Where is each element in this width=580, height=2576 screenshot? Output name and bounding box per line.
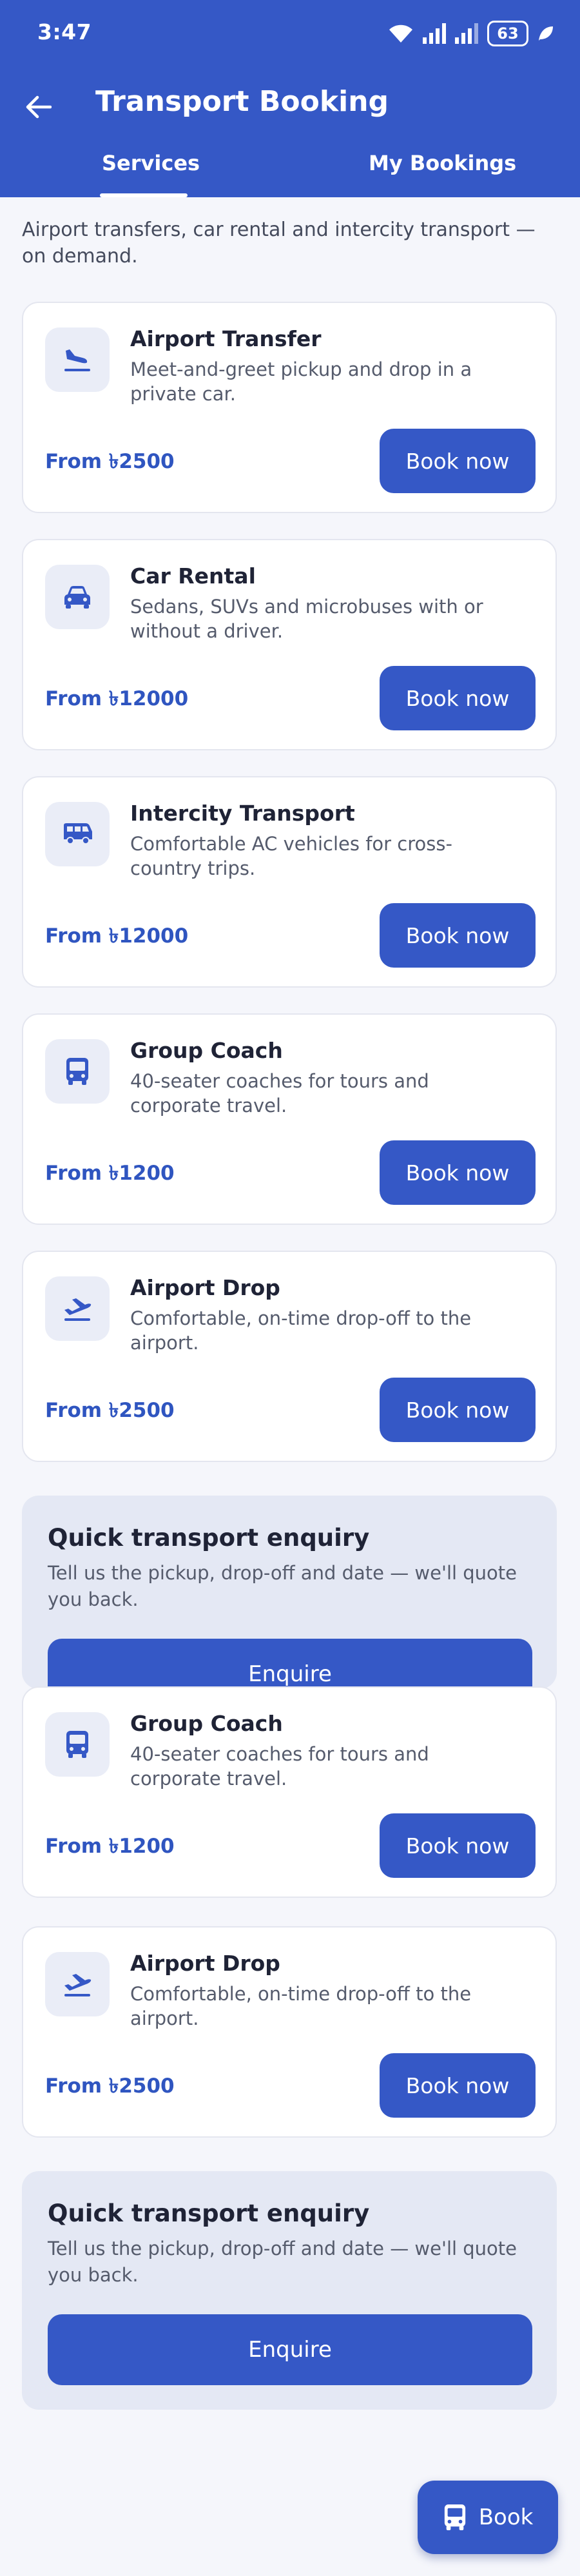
enquiry-card-2: Quick transport enquiry Tell us the pick… bbox=[22, 2171, 557, 2410]
enquiry-description: Tell us the pickup, drop-off and date — … bbox=[48, 1562, 517, 1610]
book-now-button[interactable]: Book now bbox=[380, 666, 536, 730]
service-icon bbox=[45, 1952, 110, 2016]
service-card-car-rental: Car Rental Sedans, SUVs and microbuses w… bbox=[22, 539, 557, 750]
page-title: Transport Booking bbox=[95, 85, 389, 118]
service-description: 40-seater coaches for tours and corporat… bbox=[130, 1743, 429, 1790]
service-price: From ৳2500 bbox=[45, 450, 175, 473]
enquire-button[interactable]: Enquire bbox=[48, 2314, 532, 2385]
signal-icon bbox=[423, 23, 446, 44]
service-price: From ৳12000 bbox=[45, 924, 189, 948]
status-bar: 3:47 63 bbox=[0, 0, 580, 71]
book-now-button[interactable]: Book now bbox=[380, 2053, 536, 2118]
app-bar: Transport Booking bbox=[0, 71, 580, 155]
service-icon bbox=[45, 565, 110, 629]
service-card-airport-transfer: Airport Transfer Meet-and-greet pickup a… bbox=[22, 302, 557, 513]
service-icon bbox=[45, 1712, 110, 1777]
app-header: 3:47 63 Transport Booking Services My Bo… bbox=[0, 0, 580, 197]
service-card-group-coach: Group Coach 40-seater coaches for tours … bbox=[22, 1013, 557, 1225]
intro-text: Airport transfers, car rental and interc… bbox=[22, 219, 536, 268]
battery-indicator: 63 bbox=[487, 21, 528, 46]
enquiry-description: Tell us the pickup, drop-off and date — … bbox=[48, 2238, 517, 2286]
plane-landing-icon bbox=[64, 349, 90, 371]
bus-icon bbox=[66, 1058, 88, 1085]
service-card-airport-drop: Airport Drop Comfortable, on-time drop-o… bbox=[22, 1251, 557, 1462]
service-icon bbox=[45, 327, 110, 392]
fab-label: Book bbox=[478, 2504, 534, 2530]
service-price: From ৳2500 bbox=[45, 1399, 175, 1422]
service-title: Airport Drop bbox=[130, 1275, 280, 1300]
service-icon bbox=[45, 1039, 110, 1104]
tab-bar: Services My Bookings bbox=[0, 148, 580, 197]
tab-services[interactable]: Services bbox=[102, 151, 200, 175]
service-card-intercity-transport: Intercity Transport Comfortable AC vehic… bbox=[22, 776, 557, 988]
service-price: From ৳1200 bbox=[45, 1162, 175, 1185]
service-title: Car Rental bbox=[130, 563, 256, 589]
service-title: Intercity Transport bbox=[130, 801, 355, 826]
leaf-icon bbox=[539, 26, 553, 41]
plane-takeoff-icon bbox=[64, 1298, 92, 1321]
service-icon bbox=[45, 802, 110, 866]
plane-takeoff-icon bbox=[64, 1974, 92, 1996]
service-description: Comfortable, on-time drop-off to the air… bbox=[130, 1983, 472, 2029]
status-icons: 63 bbox=[388, 19, 554, 48]
service-price: From ৳1200 bbox=[45, 1835, 175, 1858]
wifi-icon bbox=[389, 24, 412, 43]
signal-icon-2 bbox=[455, 23, 478, 44]
book-now-button[interactable]: Book now bbox=[380, 1140, 536, 1205]
service-icon bbox=[45, 1276, 110, 1341]
service-card-airport-drop-2: Airport Drop Comfortable, on-time drop-o… bbox=[22, 1926, 557, 2138]
book-now-button[interactable]: Book now bbox=[380, 903, 536, 968]
service-description: 40-seater coaches for tours and corporat… bbox=[130, 1070, 429, 1117]
enquiry-card: Quick transport enquiry Tell us the pick… bbox=[22, 1496, 557, 1710]
service-title: Airport Transfer bbox=[130, 326, 322, 351]
service-price: From ৳12000 bbox=[45, 687, 189, 710]
back-button[interactable] bbox=[21, 89, 57, 125]
arrow-left-icon bbox=[26, 95, 52, 119]
service-title: Group Coach bbox=[130, 1711, 283, 1736]
bus-icon bbox=[66, 1731, 88, 1758]
car-icon bbox=[64, 586, 90, 609]
bus-icon bbox=[444, 2504, 465, 2530]
enquiry-title: Quick transport enquiry bbox=[48, 2200, 370, 2227]
service-title: Group Coach bbox=[130, 1038, 283, 1063]
service-title: Airport Drop bbox=[130, 1951, 280, 1976]
service-description: Comfortable AC vehicles for cross-countr… bbox=[130, 833, 452, 879]
service-description: Meet-and-greet pickup and drop in a priv… bbox=[130, 358, 472, 405]
status-time: 3:47 bbox=[37, 19, 92, 44]
service-description: Sedans, SUVs and microbuses with or with… bbox=[130, 596, 483, 642]
book-now-button[interactable]: Book now bbox=[380, 1813, 536, 1878]
service-card-group-coach-2: Group Coach 40-seater coaches for tours … bbox=[22, 1686, 557, 1898]
tab-indicator bbox=[100, 193, 188, 197]
book-now-button[interactable]: Book now bbox=[380, 1378, 536, 1442]
tab-my-bookings[interactable]: My Bookings bbox=[369, 151, 516, 175]
service-price: From ৳2500 bbox=[45, 2074, 175, 2098]
enquiry-title: Quick transport enquiry bbox=[48, 1524, 370, 1552]
service-description: Comfortable, on-time drop-off to the air… bbox=[130, 1307, 472, 1354]
van-icon bbox=[64, 823, 92, 844]
book-now-button[interactable]: Book now bbox=[380, 429, 536, 493]
book-fab[interactable]: Book bbox=[418, 2481, 558, 2554]
